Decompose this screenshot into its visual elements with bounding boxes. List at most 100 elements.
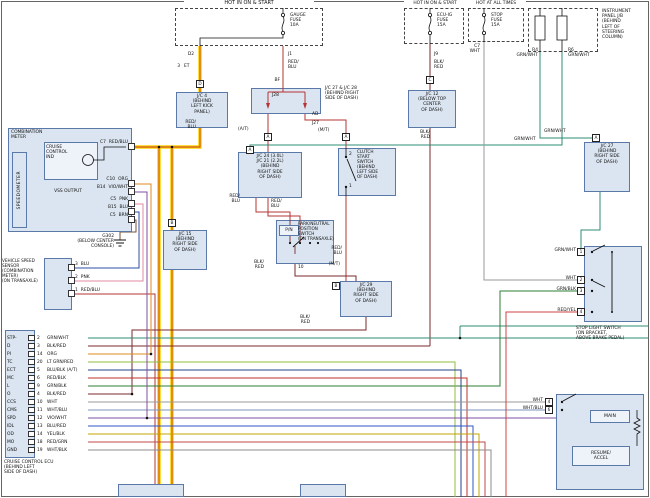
ecu-pin-row: MO 18 RED/GRN (7, 438, 97, 446)
ecu-pin-row: TC 20 LT GRN/RED (7, 358, 97, 366)
power-header-stop: HOT AT ALL TIMES (466, 1, 526, 6)
fuse-ecu-ig-label: ECU-IG FUSE 15A (437, 13, 463, 29)
vss-pin-3-number: 3 (75, 262, 78, 267)
meter-pin-c5-brn-id: C5 (110, 213, 116, 218)
ground-symbol-g302 (114, 240, 126, 246)
wire-label-blkred-j9: BLK/ RED (434, 60, 458, 70)
vss-pin-1: 1RED/BLU (75, 288, 115, 293)
tag-j28: J28 (272, 93, 290, 98)
meter-pin-b15-color: BLU (120, 205, 128, 210)
tag-j1: J1 (288, 52, 308, 57)
ecu-edge-pin (28, 359, 35, 365)
meter-pin-c5-pnk: C5PNK (84, 197, 128, 202)
ecu-pin-name: IDL (7, 424, 28, 429)
main-pin6-number: 6 (545, 406, 553, 414)
vss-pin-1-color: RED/BLU (81, 288, 100, 293)
meter-pin-b15: B15BLU (84, 205, 128, 210)
vss-pin-2: 2PNK (75, 275, 115, 280)
tag-bf: BF (268, 78, 280, 83)
ecu-pin-row: CCS 10 WHT (7, 398, 97, 406)
ecu-edge-pin (28, 407, 35, 413)
ecu-pin-number: 11 (37, 408, 47, 413)
ecu-pin-color: WHT/BLU (47, 408, 67, 413)
wire-label-blkred-jc12: BLK/ RED (406, 130, 430, 140)
ecu-pin-color: BLK/RED (47, 392, 66, 397)
vss-edge-pin (68, 277, 75, 284)
ecu-edge-pin (28, 343, 35, 349)
meter-ind-symbol (83, 147, 127, 166)
meter-pin-c10-id: C10 (106, 177, 115, 182)
meter-edge-pin (128, 208, 135, 215)
ecu-pin-name: CMS (7, 408, 28, 413)
ecu-pin-name: O (7, 392, 28, 397)
ecu-pin-number: 2 (37, 336, 47, 341)
meter-edge-pin (128, 143, 135, 150)
wire-label-grnwht-r6: GRN/WHT (514, 137, 548, 142)
tag-mt-2: (M/T) (318, 262, 340, 267)
ecu-pin-number: 5 (37, 368, 47, 373)
stop-pin2-color: WHT (534, 276, 576, 281)
instrument-panel-jb-label: INSTRUMENT PANEL J/B (BEHIND LEFT OF STE… (602, 9, 648, 40)
clutch-pin-2: 2 (349, 152, 357, 157)
main-switch-inner-box: MAIN (590, 410, 630, 423)
meter-pin-c7-id: C7 (100, 140, 106, 145)
ecu-pin-number: 14 (37, 432, 47, 437)
ecu-edge-pin (28, 383, 35, 389)
ecu-pin-color: GRN/WHT (47, 336, 69, 341)
connector-c: C (426, 76, 434, 84)
ecu-edge-pin (28, 399, 35, 405)
vss-pin-2-number: 2 (75, 275, 78, 280)
ecu-edge-pin (28, 439, 35, 445)
ecu-pin-color: WHT/BLK (47, 448, 67, 453)
clutch-pin-1: 1 (349, 184, 357, 189)
ecu-edge-pin (28, 423, 35, 429)
combination-meter-label: COMBINATION METER (11, 130, 71, 140)
ecu-pin-name: MC (7, 376, 28, 381)
ecu-pin-row: ECT 5 BLU/BLK (A/T) (7, 366, 97, 374)
ecu-edge-pin (28, 367, 35, 373)
ecu-pin-name: STP- (7, 336, 28, 341)
ecu-pin-color: RED/BLK (47, 376, 66, 381)
connector-b-jc15: B (168, 219, 176, 227)
ecu-pin-name: GND (7, 448, 28, 453)
ecu-pin-color: BLK/RED (47, 344, 66, 349)
ecu-pin-number: 12 (37, 416, 47, 421)
ecu-edge-pin (28, 391, 35, 397)
vss-pin-2-color: PNK (81, 275, 90, 280)
jc2728-arrow-right (303, 103, 307, 109)
stop-pin4-number: 4 (577, 308, 585, 316)
ecu-edge-pin (28, 351, 35, 357)
vss-pin-3-color: BLU (81, 262, 89, 267)
meter-pin-b14-id: B14 (97, 185, 106, 190)
vss-pin-1-number: 1 (75, 288, 78, 293)
connector-d: D (196, 80, 204, 88)
power-header-ecu-ig: HOT IN ON & START (404, 1, 466, 6)
ecu-pin-row: GND 19 WHT/BLK (7, 446, 97, 454)
wire-label-redblu-j1: RED/ BLU (288, 60, 312, 70)
ecu-pin-name: D (7, 344, 28, 349)
ecu-pin-name: CCS (7, 400, 28, 405)
ecu-edge-pin (28, 375, 35, 381)
tag-j27: J27 (312, 121, 328, 126)
stop-pin2-number: 2 (577, 276, 585, 284)
ecu-pin-color: BLU/BLK (A/T) (47, 368, 77, 373)
ecu-pin-color: WHT (47, 400, 57, 405)
resistor-symbol (634, 410, 640, 446)
ecu-pin-number: 13 (37, 424, 47, 429)
connector-a-grnwht: A (246, 146, 254, 154)
power-header-gauge: HOT IN ON & START (184, 1, 314, 7)
ecu-pin-color: RED/GRN (47, 440, 67, 445)
connector-b-jc29: B (332, 282, 340, 290)
ecu-pin-number: 14 (37, 352, 47, 357)
vss-edge-pin (68, 290, 75, 297)
meter-edge-pin (128, 216, 135, 223)
main-pin6-color: WHT/BLU (502, 406, 543, 411)
ecu-pin-row: OD 14 YEL/BLK (7, 430, 97, 438)
ecu-pin-row: D 3 BLK/RED (7, 342, 97, 350)
connector-a-jc2421: A (264, 133, 272, 141)
pn-tag-box: P/N (279, 225, 299, 236)
ecu-edge-pin (28, 431, 35, 437)
ecu-pin-row: MC 6 RED/BLK (7, 374, 97, 382)
ecu-pin-number: 10 (37, 400, 47, 405)
ecu-pin-name: MO (7, 440, 28, 445)
